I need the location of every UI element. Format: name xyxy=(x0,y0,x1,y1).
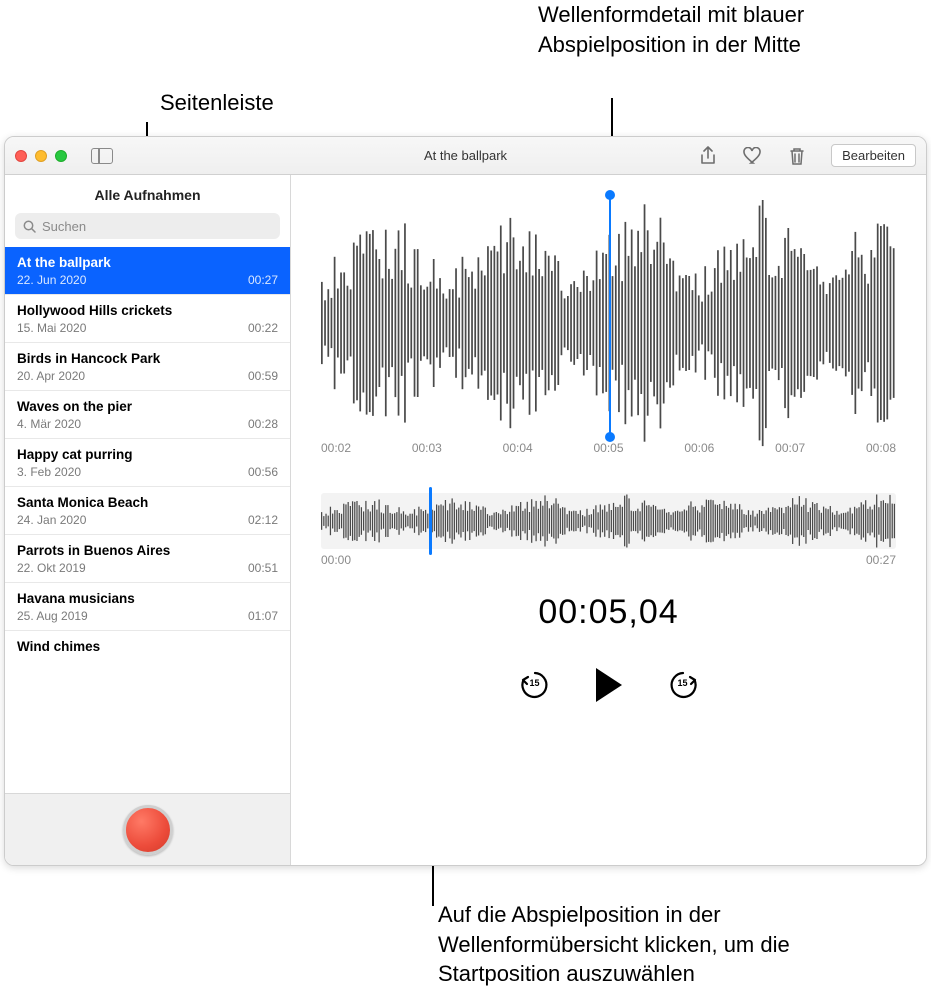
list-item-subtitle: 15. Mai 202000:22 xyxy=(17,321,278,335)
list-item-subtitle: 4. Mär 202000:28 xyxy=(17,417,278,431)
list-item[interactable]: Santa Monica Beach 24. Jan 202002:12 xyxy=(5,487,290,535)
playhead-detail[interactable] xyxy=(609,195,611,437)
ruler-tick: 00:07 xyxy=(775,441,805,469)
list-item-subtitle: 22. Okt 201900:51 xyxy=(17,561,278,575)
callout-sidebar: Seitenleiste xyxy=(160,88,274,118)
skip-back-label: 15 xyxy=(518,678,552,688)
callout-overview-click: Auf die Abspielposition in der Wellenfor… xyxy=(438,900,868,989)
list-item-title: Santa Monica Beach xyxy=(17,495,278,510)
recordings-list: At the ballpark 22. Jun 202000:27 Hollywoo… xyxy=(5,247,290,793)
overview-end-label: 00:27 xyxy=(866,553,896,567)
list-item-title: Happy cat purring xyxy=(17,447,278,462)
skip-forward-label: 15 xyxy=(666,678,700,688)
list-item[interactable]: Wind chimes xyxy=(5,631,290,654)
detail-pane: 00:02 00:03 00:04 00:05 00:06 00:07 00:08 00:0… xyxy=(291,175,926,865)
app-window: At the ballpark Bearbeiten Alle Aufnahme… xyxy=(4,136,927,866)
search-input[interactable]: Suchen xyxy=(15,213,280,239)
list-item[interactable]: Birds in Hancock Park 20. Apr 202000:59 xyxy=(5,343,290,391)
callout-waveform-detail: Wellenformdetail mit blauer Abspielposit… xyxy=(538,0,898,59)
traffic-lights xyxy=(15,150,67,162)
sidebar-header: Alle Aufnahmen xyxy=(5,175,290,213)
ruler-tick: 00:03 xyxy=(412,441,442,469)
waveform-overview[interactable] xyxy=(321,493,896,549)
ruler-tick: 00:06 xyxy=(684,441,714,469)
list-item[interactable]: At the ballpark 22. Jun 202000:27 xyxy=(5,247,290,295)
search-placeholder: Suchen xyxy=(42,219,86,234)
list-item-title: Havana musicians xyxy=(17,591,278,606)
playback-controls: 15 15 xyxy=(291,668,926,702)
list-item-subtitle: 22. Jun 202000:27 xyxy=(17,273,278,287)
skip-back-button[interactable]: 15 xyxy=(518,668,552,702)
sidebar: Alle Aufnahmen Suchen At the ballpark 22.… xyxy=(5,175,291,865)
edit-button[interactable]: Bearbeiten xyxy=(831,144,916,167)
share-icon[interactable] xyxy=(699,146,717,166)
list-item-title: Waves on the pier xyxy=(17,399,278,414)
list-item-title: Birds in Hancock Park xyxy=(17,351,278,366)
window-zoom-button[interactable] xyxy=(55,150,67,162)
play-button[interactable] xyxy=(596,668,622,702)
record-bar xyxy=(5,793,290,865)
timecode: 00:05,04 xyxy=(291,593,926,632)
waveform-detail[interactable]: 00:02 00:03 00:04 00:05 00:06 00:07 00:08 xyxy=(291,175,926,475)
search-icon xyxy=(23,220,36,233)
overview-start-label: 00:00 xyxy=(321,553,351,567)
window-close-button[interactable] xyxy=(15,150,27,162)
list-item-title: At the ballpark xyxy=(17,255,278,270)
record-button[interactable] xyxy=(123,805,173,855)
list-item-subtitle: 24. Jan 202002:12 xyxy=(17,513,278,527)
list-item[interactable]: Parrots in Buenos Aires 22. Okt 201900:51 xyxy=(5,535,290,583)
ruler-tick: 00:08 xyxy=(866,441,896,469)
list-item[interactable]: Hollywood Hills crickets 15. Mai 202000:2… xyxy=(5,295,290,343)
trash-icon[interactable] xyxy=(789,146,805,166)
list-item[interactable]: Waves on the pier 4. Mär 202000:28 xyxy=(5,391,290,439)
list-item[interactable]: Havana musicians 25. Aug 201901:07 xyxy=(5,583,290,631)
ruler-tick: 00:02 xyxy=(321,441,351,469)
ruler-tick: 00:04 xyxy=(503,441,533,469)
list-item-title: Hollywood Hills crickets xyxy=(17,303,278,318)
list-item-subtitle: 25. Aug 201901:07 xyxy=(17,609,278,623)
time-ruler: 00:02 00:03 00:04 00:05 00:06 00:07 00:08 xyxy=(321,441,896,469)
list-item-title: Wind chimes xyxy=(17,639,278,654)
ruler-tick: 00:05 xyxy=(593,441,623,469)
list-item[interactable]: Happy cat purring 3. Feb 202000:56 xyxy=(5,439,290,487)
skip-forward-button[interactable]: 15 xyxy=(666,668,700,702)
sidebar-toggle-icon[interactable] xyxy=(91,148,113,164)
list-item-subtitle: 20. Apr 202000:59 xyxy=(17,369,278,383)
titlebar: At the ballpark Bearbeiten xyxy=(5,137,926,175)
playhead-overview[interactable] xyxy=(429,487,432,555)
list-item-subtitle: 3. Feb 202000:56 xyxy=(17,465,278,479)
favorite-icon[interactable] xyxy=(743,147,763,165)
list-item-title: Parrots in Buenos Aires xyxy=(17,543,278,558)
window-minimize-button[interactable] xyxy=(35,150,47,162)
